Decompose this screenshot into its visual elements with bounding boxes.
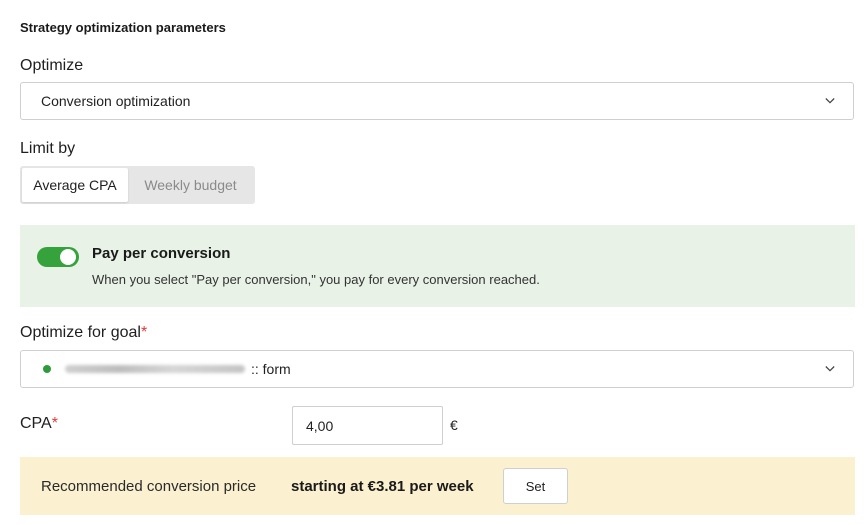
optimize-label: Optimize: [20, 57, 84, 74]
set-button[interactable]: Set: [503, 468, 568, 504]
cpa-label-text: CPA: [20, 415, 52, 432]
section-title: Strategy optimization parameters: [20, 20, 226, 35]
recommendation-value: starting at €3.81 per week: [291, 478, 474, 495]
goal-select-value: :: form: [65, 361, 825, 377]
required-mark: *: [140, 324, 148, 341]
goal-label: Optimize for goal*: [20, 324, 147, 342]
optimize-select-value: Conversion optimization: [41, 93, 191, 109]
goal-label-text: Optimize for goal: [20, 324, 141, 341]
switch-knob: [60, 249, 76, 265]
required-mark: *: [51, 415, 58, 432]
pay-per-conversion-description: When you select "Pay per conversion," yo…: [92, 272, 540, 287]
chevron-down-icon: [825, 364, 835, 374]
limit-option-average-cpa[interactable]: Average CPA: [22, 168, 128, 202]
cpa-label: CPA*: [20, 415, 58, 433]
pay-per-conversion-panel: Pay per conversion When you select "Pay …: [20, 225, 855, 307]
limit-option-weekly-budget[interactable]: Weekly budget: [128, 168, 253, 202]
pay-per-conversion-title: Pay per conversion: [92, 245, 231, 262]
limit-by-label: Limit by: [20, 140, 76, 157]
chevron-down-icon: [825, 96, 835, 106]
recommendation-text: Recommended conversion price: [41, 478, 257, 495]
recommendation-panel: Recommended conversion price starting at…: [20, 457, 855, 515]
limit-by-toggle: Average CPA Weekly budget: [20, 166, 255, 204]
goal-select[interactable]: :: form: [20, 350, 854, 388]
pay-per-conversion-switch[interactable]: [37, 247, 79, 267]
goal-status-dot: [43, 365, 51, 373]
cpa-input[interactable]: [292, 406, 443, 445]
goal-suffix: :: form: [251, 361, 291, 377]
redacted-goal-name: [65, 365, 245, 373]
currency-symbol: €: [450, 417, 458, 433]
optimize-select[interactable]: Conversion optimization: [20, 82, 854, 120]
